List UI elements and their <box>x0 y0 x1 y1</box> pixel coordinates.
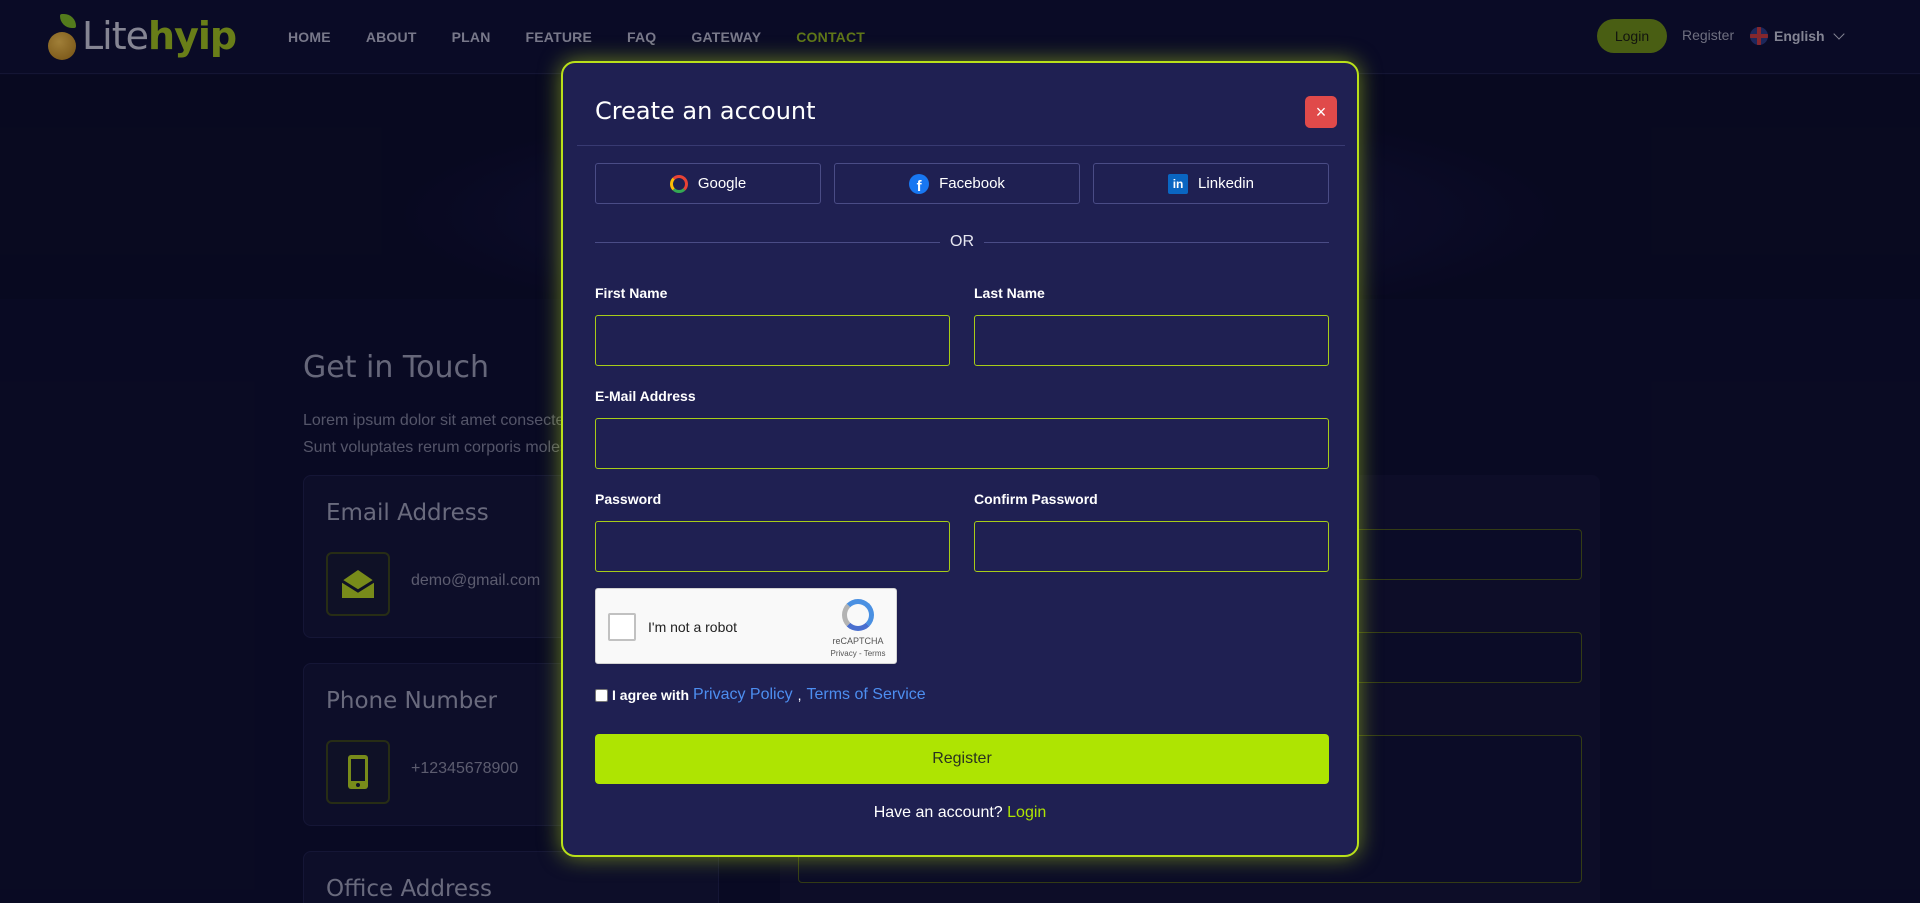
facebook-login-label: Facebook <box>939 175 1005 192</box>
google-login-button[interactable]: Google <box>595 163 821 204</box>
terms-of-service-link[interactable]: Terms of Service <box>807 686 926 704</box>
have-account-row: Have an account? Login <box>563 804 1357 822</box>
first-name-label: First Name <box>595 285 668 301</box>
close-button[interactable]: × <box>1305 96 1337 128</box>
google-icon <box>669 174 688 193</box>
password-input[interactable] <box>595 521 950 572</box>
modal-login-link[interactable]: Login <box>1007 804 1046 821</box>
agree-row: I agree with Privacy Policy , Terms of S… <box>595 686 926 704</box>
facebook-icon: f <box>909 173 930 194</box>
confirm-password-input[interactable] <box>974 521 1329 572</box>
recaptcha-label: I'm not a robot <box>648 619 738 635</box>
modal-divider <box>577 145 1345 146</box>
email-input[interactable] <box>595 418 1329 469</box>
last-name-input[interactable] <box>974 315 1329 366</box>
privacy-policy-link[interactable]: Privacy Policy <box>693 686 793 704</box>
agree-text: I agree with <box>612 687 690 703</box>
register-modal: Create an account × Google f Facebook in… <box>561 61 1359 857</box>
google-login-label: Google <box>697 175 747 192</box>
recaptcha-widget: I'm not a robot reCAPTCHA Privacy - Term… <box>595 588 897 664</box>
recaptcha-brand: reCAPTCHA <box>832 636 884 646</box>
email-label: E-Mail Address <box>595 388 696 404</box>
register-submit-button[interactable]: Register <box>595 734 1329 784</box>
agree-checkbox[interactable] <box>595 688 608 702</box>
recaptcha-logo-icon <box>842 599 874 631</box>
facebook-login-button[interactable]: f Facebook <box>834 163 1080 204</box>
or-line-left <box>595 241 940 243</box>
password-label: Password <box>595 491 662 507</box>
confirm-password-label: Confirm Password <box>974 491 1098 507</box>
recaptcha-checkbox[interactable] <box>608 613 636 641</box>
or-line-right <box>984 241 1329 243</box>
linkedin-icon: in <box>1168 173 1189 194</box>
close-icon: × <box>1315 101 1327 122</box>
modal-title: Create an account <box>595 97 816 125</box>
or-divider: OR <box>595 231 1329 253</box>
linkedin-login-label: Linkedin <box>1198 175 1254 192</box>
recaptcha-terms[interactable]: Privacy - Terms <box>828 649 888 658</box>
first-name-input[interactable] <box>595 315 950 366</box>
linkedin-login-button[interactable]: in Linkedin <box>1093 163 1329 204</box>
or-text: OR <box>950 233 974 250</box>
last-name-label: Last Name <box>974 285 1045 301</box>
have-account-text: Have an account? <box>873 804 1003 821</box>
agree-separator: , <box>797 687 802 703</box>
